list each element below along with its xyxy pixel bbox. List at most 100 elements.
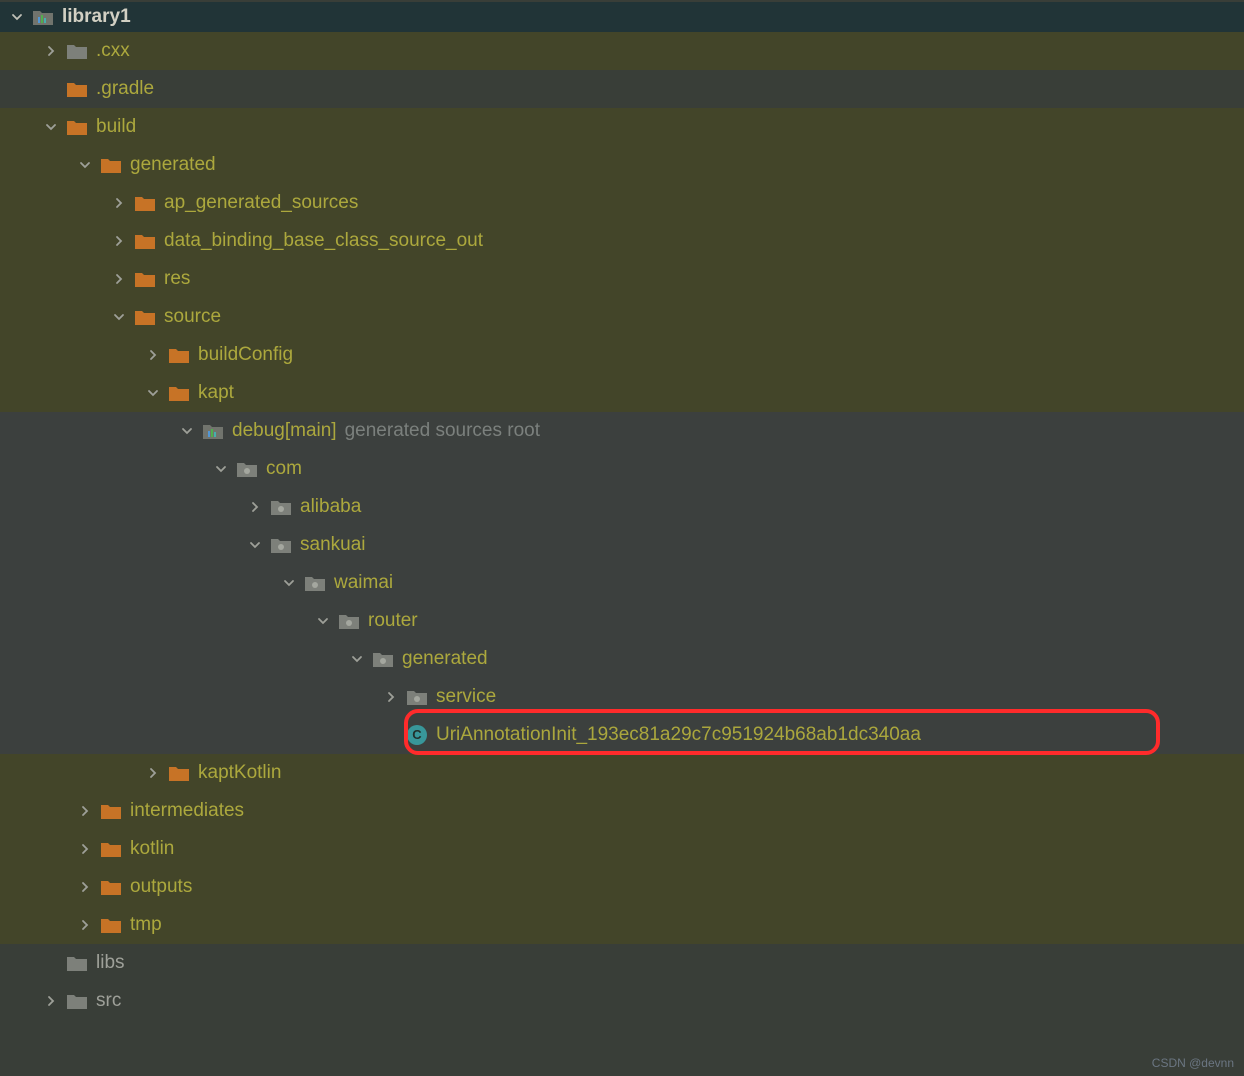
chevron-right-icon[interactable] (42, 995, 60, 1007)
tree-item-label: source (164, 306, 221, 328)
tree-row[interactable]: source (0, 298, 1244, 336)
tree-row[interactable]: library1 (0, 2, 1244, 32)
tree-row[interactable]: waimai (0, 564, 1244, 602)
chevron-right-icon[interactable] (76, 805, 94, 817)
package-icon (372, 650, 394, 668)
package-icon (270, 498, 292, 516)
chevron-down-icon[interactable] (246, 539, 264, 551)
chevron-right-icon[interactable] (144, 767, 162, 779)
tree-item-label: kaptKotlin (198, 762, 281, 784)
tree-row[interactable]: com (0, 450, 1244, 488)
folder-icon (100, 916, 122, 934)
folder-icon (66, 992, 88, 1010)
chevron-down-icon[interactable] (212, 463, 230, 475)
tree-row[interactable]: data_binding_base_class_source_out (0, 222, 1244, 260)
tree-item-label: waimai (334, 572, 393, 594)
chevron-right-icon[interactable] (76, 843, 94, 855)
tree-row[interactable]: C UriAnnotationInit_193ec81a29c7c951924b6… (0, 716, 1244, 754)
tree-row[interactable]: .gradle (0, 70, 1244, 108)
tree-row[interactable]: alibaba (0, 488, 1244, 526)
tree-row[interactable]: res (0, 260, 1244, 298)
tree-item-label: .cxx (96, 40, 130, 62)
folder-icon (168, 764, 190, 782)
tree-item-label: .gradle (96, 78, 154, 100)
folder-icon (100, 802, 122, 820)
chevron-down-icon[interactable] (348, 653, 366, 665)
chevron-down-icon[interactable] (76, 159, 94, 171)
chevron-down-icon[interactable] (8, 11, 26, 23)
chevron-right-icon[interactable] (110, 235, 128, 247)
folder-icon (100, 840, 122, 858)
tree-row[interactable]: ap_generated_sources (0, 184, 1244, 222)
chevron-right-icon[interactable] (246, 501, 264, 513)
tree-item-label: UriAnnotationInit_193ec81a29c7c951924b68… (436, 724, 921, 746)
chevron-down-icon[interactable] (178, 425, 196, 437)
tree-item-label: generated (130, 154, 216, 176)
tree-row[interactable]: kaptKotlin (0, 754, 1244, 792)
package-icon (304, 574, 326, 592)
tree-row[interactable]: kapt (0, 374, 1244, 412)
module-icon (32, 8, 54, 26)
tree-item-label: outputs (130, 876, 192, 898)
tree-item-label: libs (96, 952, 125, 974)
chevron-right-icon[interactable] (42, 45, 60, 57)
watermark: CSDN @devnn (1152, 1056, 1234, 1070)
tree-item-label: ap_generated_sources (164, 192, 358, 214)
tree-row[interactable]: buildConfig (0, 336, 1244, 374)
chevron-down-icon[interactable] (42, 121, 60, 133)
tree-row[interactable]: outputs (0, 868, 1244, 906)
tree-row[interactable]: .cxx (0, 32, 1244, 70)
chevron-right-icon[interactable] (110, 197, 128, 209)
folder-icon (134, 232, 156, 250)
chevron-down-icon[interactable] (280, 577, 298, 589)
chevron-down-icon[interactable] (314, 615, 332, 627)
tree-row[interactable]: src (0, 982, 1244, 1020)
tree-row[interactable]: tmp (0, 906, 1244, 944)
tree-item-label: res (164, 268, 190, 290)
chevron-right-icon[interactable] (76, 881, 94, 893)
folder-icon (134, 308, 156, 326)
folder-icon (168, 384, 190, 402)
chevron-right-icon[interactable] (144, 349, 162, 361)
tree-row[interactable]: build (0, 108, 1244, 146)
tree-row[interactable]: intermediates (0, 792, 1244, 830)
tree-item-label: sankuai (300, 534, 366, 556)
folder-icon (100, 156, 122, 174)
tree-row[interactable]: router (0, 602, 1244, 640)
tree-row[interactable]: sankuai (0, 526, 1244, 564)
tree-row[interactable]: debug [main] generated sources root (0, 412, 1244, 450)
tree-item-label: buildConfig (198, 344, 293, 366)
tree-item-label: data_binding_base_class_source_out (164, 230, 483, 252)
module-icon (202, 422, 224, 440)
tree-row[interactable]: libs (0, 944, 1244, 982)
tree-item-label: intermediates (130, 800, 244, 822)
folder-icon (134, 270, 156, 288)
folder-icon (66, 80, 88, 98)
tree-item-label: kapt (198, 382, 234, 404)
folder-icon (100, 878, 122, 896)
package-icon (236, 460, 258, 478)
chevron-right-icon[interactable] (76, 919, 94, 931)
tree-row[interactable]: generated (0, 146, 1244, 184)
source-set-badge: [main] (285, 420, 337, 442)
tree-item-label: library1 (62, 6, 131, 28)
svg-text:C: C (412, 727, 422, 742)
folder-icon (66, 954, 88, 972)
tree-item-label: alibaba (300, 496, 361, 518)
project-tree[interactable]: library1 .cxx .gradle build generated ap_gene… (0, 0, 1244, 1020)
tree-row[interactable]: generated (0, 640, 1244, 678)
folder-icon (66, 118, 88, 136)
chevron-down-icon[interactable] (144, 387, 162, 399)
folder-icon (134, 194, 156, 212)
package-icon (338, 612, 360, 630)
tree-row[interactable]: kotlin (0, 830, 1244, 868)
package-icon (270, 536, 292, 554)
class-icon: C (406, 724, 428, 746)
chevron-right-icon[interactable] (110, 273, 128, 285)
tree-item-label: service (436, 686, 496, 708)
chevron-down-icon[interactable] (110, 311, 128, 323)
tree-row[interactable]: service (0, 678, 1244, 716)
tree-item-label: build (96, 116, 136, 138)
chevron-right-icon[interactable] (382, 691, 400, 703)
tree-item-label: kotlin (130, 838, 174, 860)
